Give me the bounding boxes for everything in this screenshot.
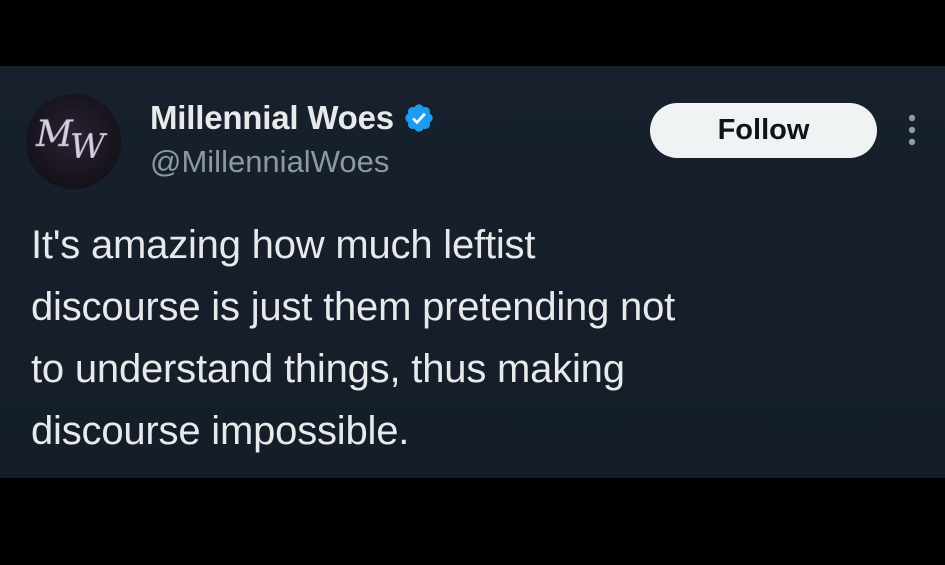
tweet-text-line: discourse impossible. [31, 409, 410, 453]
tweet-card: M W Millennial Woes @MillennialWoes Foll… [0, 66, 945, 478]
more-vertical-icon[interactable] [902, 112, 922, 148]
tweet-text: It's amazing how much leftist discourse … [31, 214, 911, 462]
tweet-text-line: It's amazing how much leftist [31, 223, 536, 267]
avatar[interactable]: M W [26, 94, 121, 189]
avatar-logo: M W [35, 114, 109, 168]
avatar-monogram-w: W [70, 127, 108, 167]
display-name[interactable]: Millennial Woes [150, 99, 394, 137]
author-name-row: Millennial Woes [150, 96, 435, 140]
verified-badge-icon [403, 102, 435, 134]
screenshot-frame: M W Millennial Woes @MillennialWoes Foll… [0, 0, 945, 565]
author-handle[interactable]: @MillennialWoes [150, 144, 389, 180]
follow-button[interactable]: Follow [650, 103, 877, 158]
tweet-text-line: discourse is just them pretending not [31, 285, 676, 329]
avatar-monogram-m: M [35, 114, 74, 155]
tweet-text-line: to understand things, thus making [31, 347, 625, 391]
